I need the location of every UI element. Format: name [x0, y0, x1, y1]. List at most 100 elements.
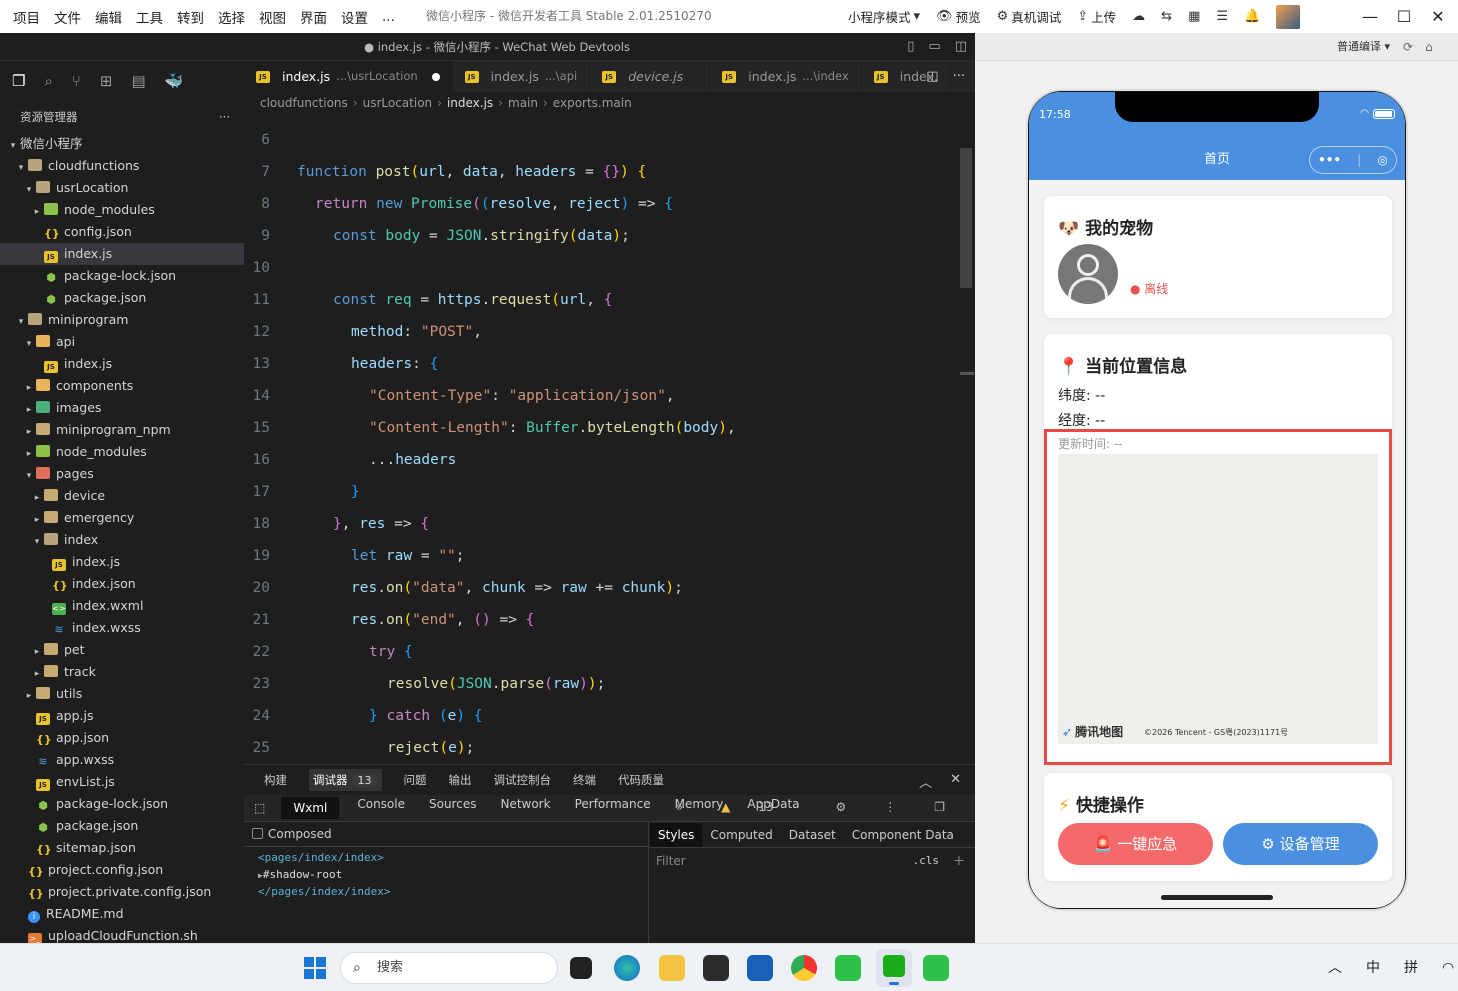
menu-item[interactable]: 转到 [170, 7, 211, 27]
bell-icon[interactable]: 🔔 [1244, 9, 1260, 24]
panel-toggle-icon[interactable]: ▭ [928, 39, 940, 54]
editor-tab[interactable]: JS index.js ...\index [710, 61, 862, 92]
breadcrumb-item[interactable]: main [508, 96, 538, 110]
split-icon[interactable]: ◫ [955, 39, 967, 54]
more-icon[interactable]: ··· [219, 101, 230, 133]
tree-item[interactable]: ▸ components [0, 375, 244, 397]
files-icon[interactable]: ❐ [12, 72, 25, 90]
source-control-icon[interactable]: ⑂ [72, 72, 81, 90]
kebab-icon[interactable]: ⋮ [884, 800, 896, 814]
taskbar-search[interactable]: ⌕ 搜索 [340, 952, 558, 984]
tree-item[interactable]: ▾ usrLocation [0, 177, 244, 199]
unity-icon[interactable] [703, 955, 729, 981]
collapse-panel-icon[interactable]: ︿ [919, 772, 932, 791]
ime-mode[interactable]: 中 [1366, 944, 1380, 991]
more-actions-icon[interactable]: ··· [953, 61, 965, 92]
edge-icon[interactable] [614, 955, 640, 981]
panel-tab[interactable]: 终端 [573, 772, 596, 788]
panel-tab[interactable]: 构建 [264, 772, 287, 788]
upload-button[interactable]: ⇪ 上传 [1077, 7, 1116, 26]
split-editor-icon[interactable]: ◫ [926, 61, 938, 92]
panel-tab[interactable]: 代码质量 [618, 772, 664, 788]
tree-item[interactable]: ▸ node_modules [0, 199, 244, 221]
add-rule-icon[interactable]: ＋ [953, 848, 965, 874]
compile-dropdown[interactable]: 普通编译 ▾ [1337, 33, 1390, 61]
tree-item[interactable]: ▸ utils [0, 683, 244, 705]
menu-item[interactable]: 项目 [6, 7, 47, 27]
devtools-tab[interactable]: Performance [575, 797, 651, 819]
code-editor[interactable]: 6 7 function post(url, data, headers = {})… [244, 114, 960, 756]
tree-item[interactable]: {} project.config.json [0, 859, 244, 881]
layout-icon[interactable]: ▦ [1188, 9, 1200, 24]
tree-item[interactable]: JS index.js [0, 353, 244, 375]
preview-button[interactable]: 👁 预览 [936, 7, 981, 26]
more-tabs-icon[interactable]: » [676, 800, 683, 814]
dom-node[interactable]: <pages/index/index> [244, 849, 648, 866]
panel-tab[interactable]: 问题 [404, 772, 427, 788]
tree-item[interactable]: ▾ cloudfunctions [0, 155, 244, 177]
task-view-icon[interactable] [570, 957, 592, 979]
composed-checkbox[interactable]: Composed [244, 822, 648, 847]
settings-icon[interactable]: ⚙ [835, 800, 846, 814]
panel-tab[interactable]: 输出 [449, 772, 472, 788]
menu-item[interactable]: 选择 [211, 7, 252, 27]
menu-item[interactable]: 设置 [334, 7, 375, 27]
tree-item[interactable]: ▾ index [0, 529, 244, 551]
maximize-icon[interactable]: ☐ [1388, 0, 1420, 33]
cloud-dev-icon[interactable]: ▤ [131, 72, 145, 90]
tray-chevron-icon[interactable]: ︿ [1328, 944, 1342, 991]
tree-item[interactable]: ▾ miniprogram [0, 309, 244, 331]
device-manage-button[interactable]: ⚙ 设备管理 [1223, 823, 1378, 865]
panel-tab[interactable]: 调试器 13 [309, 769, 382, 791]
tree-item[interactable]: {} project.private.config.json [0, 881, 244, 903]
menu-item[interactable]: 文件 [47, 7, 88, 27]
breadcrumb-item[interactable]: cloudfunctions [260, 96, 348, 110]
tree-item[interactable]: ⬢ package-lock.json [0, 265, 244, 287]
tree-item[interactable]: >_ uploadCloudFunction.sh [0, 925, 244, 943]
store-icon[interactable] [747, 955, 773, 981]
swap-icon[interactable]: ⇆ [1161, 9, 1172, 24]
devtools-taskbar-button[interactable] [876, 949, 912, 987]
tree-item[interactable]: ▸ device [0, 485, 244, 507]
tree-item[interactable]: ▾ api [0, 331, 244, 353]
tree-item[interactable]: ▸ miniprogram_npm [0, 419, 244, 441]
storage-icon[interactable]: ⌂ [1425, 33, 1433, 61]
wifi-icon[interactable]: ◠ [1442, 944, 1454, 991]
menu-item[interactable]: 工具 [129, 7, 170, 27]
menu-item[interactable]: 视图 [252, 7, 293, 27]
minimize-icon[interactable]: — [1354, 0, 1386, 33]
breadcrumb-item[interactable]: usrLocation [363, 96, 433, 110]
tree-item[interactable]: {} config.json [0, 221, 244, 243]
warning-count[interactable]: ▲ 13 [721, 800, 797, 814]
extensions-icon[interactable]: ⊞ [100, 72, 113, 90]
tree-item[interactable]: JS app.js [0, 705, 244, 727]
wechat-icon[interactable] [835, 955, 861, 981]
devtools-tab[interactable]: Sources [429, 797, 476, 819]
menu-item[interactable]: 界面 [293, 7, 334, 27]
tree-item[interactable]: JS index.js [0, 243, 244, 265]
sidebar-toggle-icon[interactable]: ▯ [907, 39, 914, 54]
editor-tab[interactable]: JS index.js ...\api [453, 61, 591, 92]
search-icon[interactable]: ⌕ [44, 72, 52, 90]
real-debug-button[interactable]: ⚙ 真机调试 [997, 7, 1062, 26]
mode-dropdown[interactable]: 小程序模式 ▾ [848, 7, 920, 26]
tree-item[interactable]: ⬢ package-lock.json [0, 793, 244, 815]
cloud-icon[interactable]: ☁ [1132, 9, 1145, 24]
docker-icon[interactable]: 🐳 [165, 72, 184, 90]
tree-item[interactable]: ▸ pet [0, 639, 244, 661]
windows-start-icon[interactable] [304, 957, 326, 979]
message-icon[interactable] [923, 955, 949, 981]
styles-tab[interactable]: Styles [650, 822, 703, 847]
breadcrumb-item[interactable]: index.js [447, 96, 493, 110]
more-dots-icon[interactable]: ••• [1318, 140, 1341, 180]
exit-icon[interactable]: ◎ [1377, 140, 1387, 180]
tree-item[interactable]: JS index.js [0, 551, 244, 573]
close-panel-icon[interactable]: ✕ [950, 772, 961, 791]
styles-tab[interactable]: Dataset [781, 828, 844, 842]
file-explorer-icon[interactable] [659, 955, 685, 981]
tree-item[interactable]: ▸ emergency [0, 507, 244, 529]
shadow-root-node[interactable]: ▶#shadow-root [244, 866, 648, 883]
tree-item[interactable]: ▸ images [0, 397, 244, 419]
tree-item[interactable]: ▸ node_modules [0, 441, 244, 463]
inspect-icon[interactable]: ⬚ [254, 801, 265, 815]
